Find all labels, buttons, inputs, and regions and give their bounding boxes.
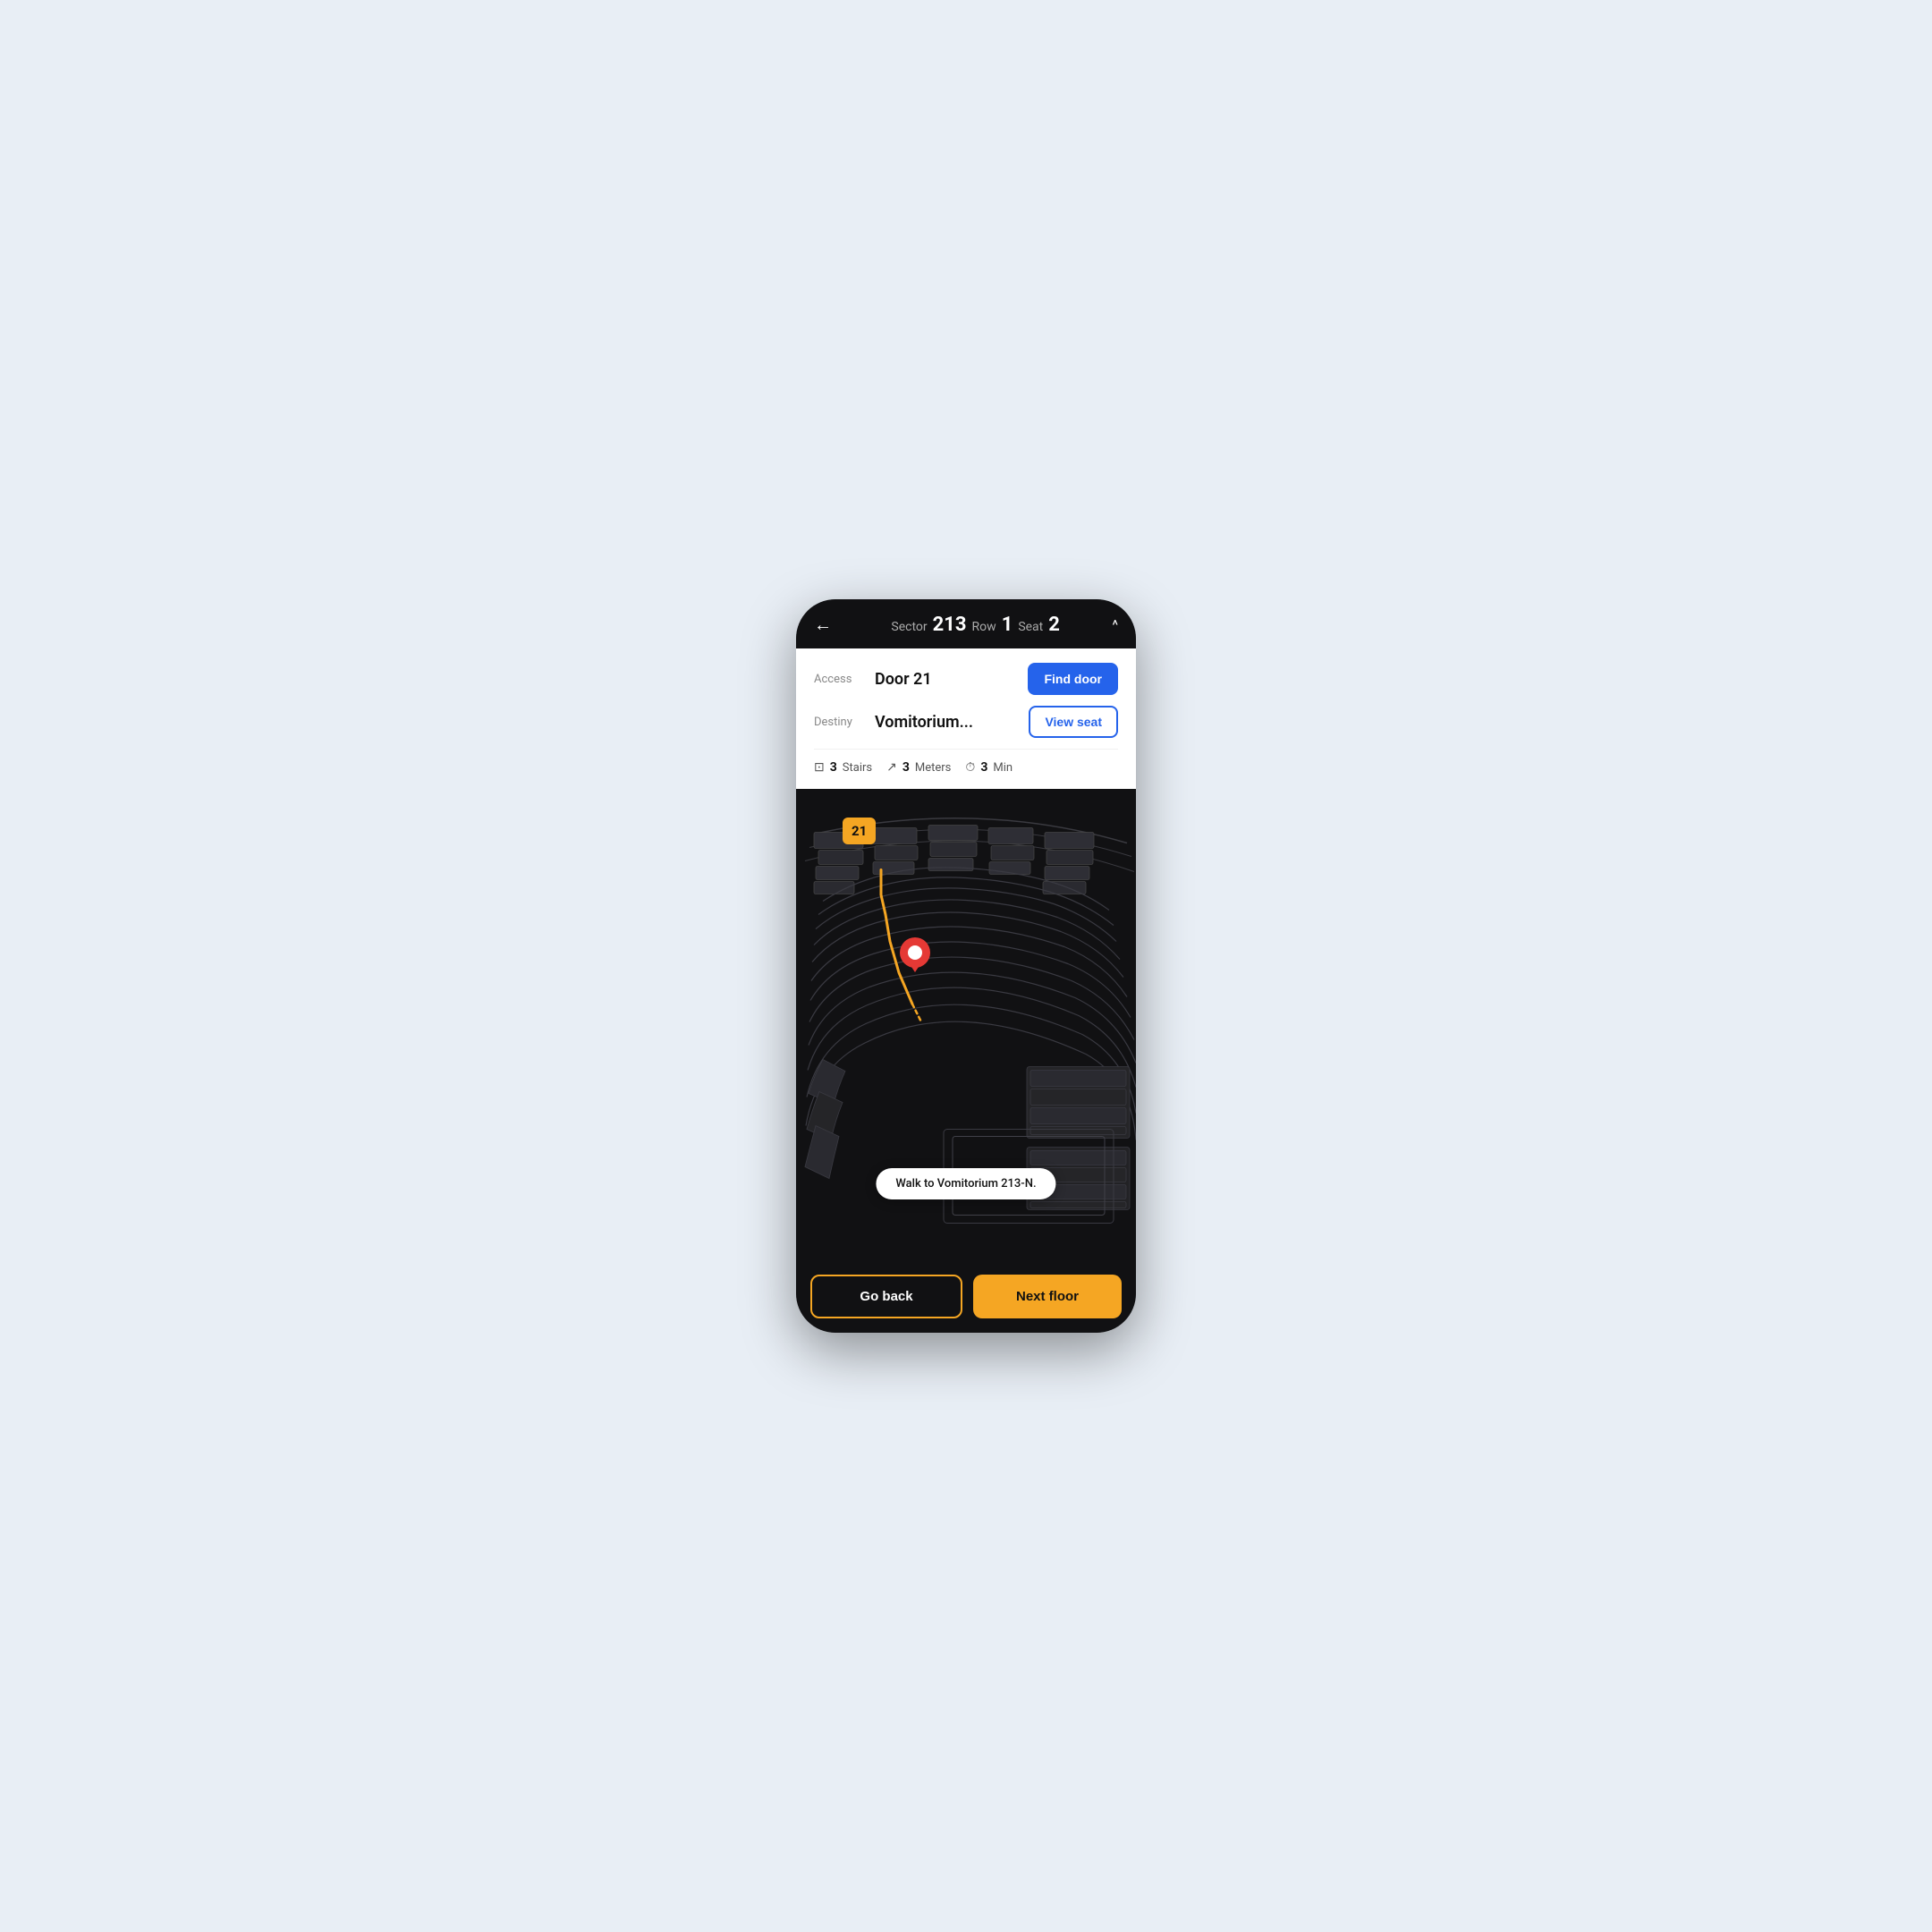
stairs-label: Stairs [843, 761, 872, 775]
location-pin [899, 936, 931, 979]
find-door-button[interactable]: Find door [1028, 663, 1118, 695]
distance-label: Meters [915, 761, 952, 775]
phone-inner: ← Sector 213 Row 1 Seat 2 ^ Access Door … [796, 599, 1136, 1333]
row-label: Row [972, 620, 996, 634]
access-row: Access Door 21 Find door [814, 663, 1118, 695]
time-label: Min [993, 761, 1013, 775]
map-area: 21 Walk to Vomitorium 213-N. [796, 789, 1136, 1264]
access-label: Access [814, 673, 868, 686]
go-back-button[interactable]: Go back [810, 1275, 962, 1318]
seat-label: Seat [1018, 620, 1043, 634]
info-panel: Access Door 21 Find door Destiny Vomitor… [796, 648, 1136, 789]
distance-icon: ↗ [886, 760, 897, 775]
destiny-value: Vomitorium... [875, 713, 1029, 732]
stairs-count: 3 [830, 760, 837, 775]
phone-container: ← Sector 213 Row 1 Seat 2 ^ Access Door … [796, 599, 1136, 1333]
next-floor-button[interactable]: Next floor [973, 1275, 1122, 1318]
chevron-up-icon[interactable]: ^ [1112, 616, 1118, 633]
stairs-stat: ⊡ 3 Stairs [814, 760, 872, 775]
back-button[interactable]: ← [814, 614, 839, 636]
time-stat: ⏱ 3 Min [965, 760, 1013, 775]
sector-value: 213 [933, 614, 967, 636]
access-value: Door 21 [875, 670, 1028, 689]
stats-row: ⊡ 3 Stairs ↗ 3 Meters ⏱ 3 Min [814, 749, 1118, 775]
stairs-icon: ⊡ [814, 760, 825, 775]
destiny-label: Destiny [814, 716, 868, 729]
bottom-buttons: Go back Next floor [796, 1264, 1136, 1333]
header-title: Sector 213 Row 1 Seat 2 [839, 614, 1112, 636]
door-badge: 21 [843, 818, 876, 844]
distance-stat: ↗ 3 Meters [886, 760, 951, 775]
view-seat-button[interactable]: View seat [1029, 706, 1118, 738]
time-count: 3 [980, 760, 987, 775]
sector-label: Sector [891, 620, 927, 634]
row-value: 1 [1002, 614, 1013, 636]
destiny-row: Destiny Vomitorium... View seat [814, 706, 1118, 738]
seat-value: 2 [1048, 614, 1060, 636]
walk-instruction: Walk to Vomitorium 213-N. [876, 1168, 1055, 1199]
distance-count: 3 [902, 760, 910, 775]
time-icon: ⏱ [965, 760, 975, 775]
header: ← Sector 213 Row 1 Seat 2 ^ [796, 599, 1136, 648]
